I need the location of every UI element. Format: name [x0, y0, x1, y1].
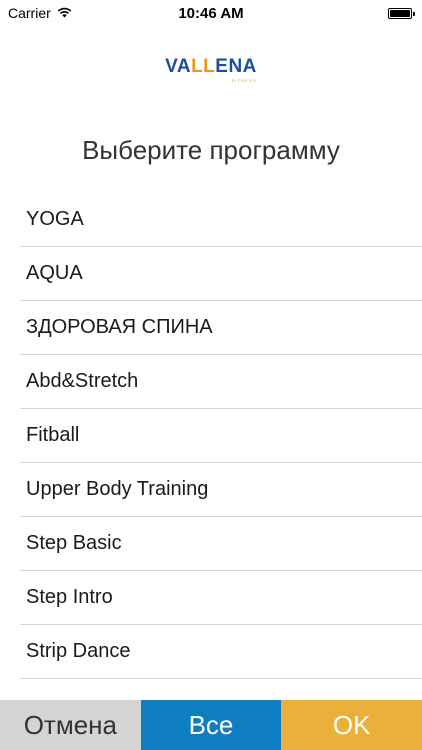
logo-part-ll: LL — [191, 56, 216, 77]
brand-logo: VALLENA FITNESS — [0, 56, 422, 83]
list-item-program[interactable]: Step Intro — [20, 571, 422, 625]
select-all-button[interactable]: Все — [140, 700, 282, 750]
list-item-program[interactable]: Strip Dance — [20, 625, 422, 679]
page-title: Выберите программу — [82, 135, 340, 165]
ok-button[interactable]: OK — [281, 700, 422, 750]
list-item-program[interactable]: ЗДОРОВАЯ СПИНА — [20, 301, 422, 355]
list-item-program[interactable]: AQUA — [20, 247, 422, 301]
list-item-program[interactable]: YOGA — [20, 193, 422, 247]
program-list: YOGA AQUA ЗДОРОВАЯ СПИНА Abd&Stretch Fit… — [20, 193, 422, 679]
status-time: 10:46 AM — [178, 5, 244, 22]
cancel-button[interactable]: Отмена — [0, 700, 141, 750]
bottom-action-bar: Отмена Все OK — [0, 700, 422, 750]
list-item-program[interactable]: Step Basic — [20, 517, 422, 571]
battery-tip — [413, 12, 415, 16]
logo-part-va: VA — [165, 56, 192, 77]
list-item-program[interactable]: Abd&Stretch — [20, 355, 422, 409]
status-bar: Carrier 10:46 AM — [0, 0, 422, 28]
battery-level — [390, 10, 410, 17]
battery-icon — [388, 8, 415, 19]
list-item-program[interactable]: Fitball — [20, 409, 422, 463]
logo-subtitle: FITNESS — [231, 78, 257, 83]
logo-wordmark: VALLENA FITNESS — [165, 56, 257, 83]
logo-part-ena: ENA — [215, 56, 257, 77]
list-item-program[interactable]: Upper Body Training — [20, 463, 422, 517]
